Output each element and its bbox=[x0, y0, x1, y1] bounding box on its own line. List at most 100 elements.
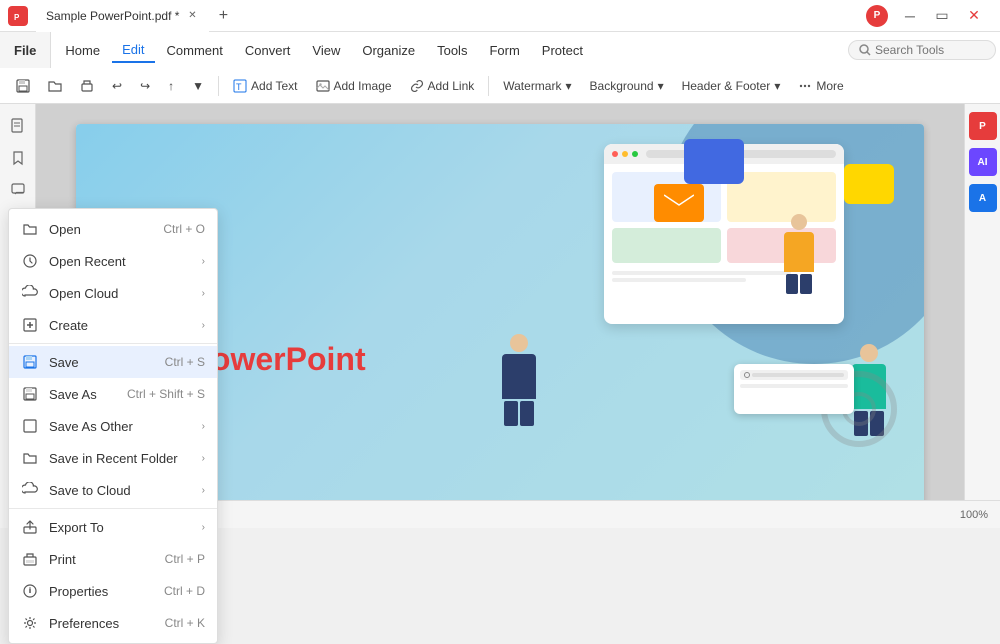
quick-dropdown[interactable]: ▼ bbox=[184, 75, 212, 97]
link-icon bbox=[410, 79, 424, 93]
save-quick-btn[interactable] bbox=[8, 75, 38, 97]
save-icon bbox=[16, 79, 30, 93]
search-icon bbox=[859, 44, 871, 56]
menu-comment[interactable]: Comment bbox=[157, 39, 233, 62]
app-logo: P bbox=[8, 6, 28, 26]
save-as-shortcut: Ctrl + Shift + S bbox=[127, 387, 205, 401]
menu-bar: Home Edit Comment Convert View Organize … bbox=[51, 32, 1000, 68]
properties-label: Properties bbox=[49, 584, 156, 599]
open-label: Open bbox=[49, 222, 155, 237]
menu-item-save-as-other[interactable]: Save As Other › bbox=[9, 410, 217, 442]
save-shortcut: Ctrl + S bbox=[165, 355, 205, 369]
save-as-icon bbox=[21, 385, 39, 403]
open-quick-btn[interactable] bbox=[40, 75, 70, 97]
ppt-illustration bbox=[484, 134, 904, 454]
open-recent-label: Open Recent bbox=[49, 254, 198, 269]
add-text-label: Add Text bbox=[251, 79, 297, 93]
menu-item-save-in-recent[interactable]: Save in Recent Folder › bbox=[9, 442, 217, 474]
new-tab-button[interactable]: + bbox=[209, 2, 237, 30]
share-btn[interactable]: ↑ bbox=[160, 75, 182, 97]
search-input[interactable] bbox=[875, 43, 985, 57]
folder-icon bbox=[48, 79, 62, 93]
preferences-label: Preferences bbox=[49, 616, 157, 631]
open-icon bbox=[21, 220, 39, 238]
header-footer-label: Header & Footer bbox=[682, 79, 771, 93]
file-menu[interactable]: File bbox=[0, 32, 51, 68]
open-cloud-arrow: › bbox=[202, 288, 205, 299]
save-recent-icon bbox=[21, 449, 39, 467]
menu-home[interactable]: Home bbox=[55, 39, 110, 62]
menu-item-open-cloud[interactable]: Open Cloud › bbox=[9, 277, 217, 309]
menu-item-create[interactable]: Create › bbox=[9, 309, 217, 341]
open-shortcut: Ctrl + O bbox=[163, 222, 205, 236]
restore-button[interactable]: ▭ bbox=[928, 2, 956, 30]
image-icon bbox=[316, 79, 330, 93]
right-panel-btn-1[interactable]: P bbox=[969, 112, 997, 140]
more-icon bbox=[798, 79, 812, 93]
close-button[interactable]: ✕ bbox=[960, 2, 988, 30]
menu-organize[interactable]: Organize bbox=[352, 39, 425, 62]
sidebar-page-icon[interactable] bbox=[4, 112, 32, 140]
export-icon bbox=[21, 518, 39, 536]
menu-item-open[interactable]: Open Ctrl + O bbox=[9, 213, 217, 245]
right-panel-btn-2[interactable]: AI bbox=[969, 148, 997, 176]
zoom-level: 100% bbox=[960, 509, 988, 521]
background-dropdown-icon: ▾ bbox=[658, 79, 664, 93]
header-footer-btn[interactable]: Header & Footer ▾ bbox=[674, 75, 789, 97]
edit-toolbar: ↩ ↪ ↑ ▼ T Add Text Add Image Add Link Wa… bbox=[0, 68, 1000, 104]
menu-item-export-to[interactable]: Export To › bbox=[9, 511, 217, 543]
sidebar-bookmark-icon[interactable] bbox=[4, 144, 32, 172]
create-icon bbox=[21, 316, 39, 334]
background-label: Background bbox=[590, 79, 654, 93]
right-panel-btn-3[interactable]: A bbox=[969, 184, 997, 212]
print-icon bbox=[80, 79, 94, 93]
menu-item-properties[interactable]: Properties Ctrl + D bbox=[9, 575, 217, 607]
print-quick-btn[interactable] bbox=[72, 75, 102, 97]
menu-item-save[interactable]: Save Ctrl + S bbox=[9, 346, 217, 378]
menu-item-preferences[interactable]: Preferences Ctrl + K bbox=[9, 607, 217, 639]
more-btn[interactable]: More bbox=[790, 75, 851, 97]
redo-btn[interactable]: ↪ bbox=[132, 75, 158, 97]
undo-btn[interactable]: ↩ bbox=[104, 75, 130, 97]
menu-item-open-recent[interactable]: Open Recent › bbox=[9, 245, 217, 277]
add-link-btn[interactable]: Add Link bbox=[402, 75, 483, 97]
menu-view[interactable]: View bbox=[302, 39, 350, 62]
add-text-btn[interactable]: T Add Text bbox=[225, 75, 305, 97]
menu-item-save-as[interactable]: Save As Ctrl + Shift + S bbox=[9, 378, 217, 410]
open-recent-icon bbox=[21, 252, 39, 270]
watermark-btn[interactable]: Watermark ▾ bbox=[495, 75, 579, 97]
add-image-label: Add Image bbox=[334, 79, 392, 93]
menu-tools[interactable]: Tools bbox=[427, 39, 477, 62]
document-tab[interactable]: Sample PowerPoint.pdf * ✕ bbox=[36, 0, 209, 32]
menu-item-print[interactable]: Print Ctrl + P bbox=[9, 543, 217, 575]
menu-convert[interactable]: Convert bbox=[235, 39, 301, 62]
watermark-label: Watermark bbox=[503, 79, 561, 93]
tab-close-button[interactable]: ✕ bbox=[185, 9, 199, 23]
tab-title: Sample PowerPoint.pdf * bbox=[46, 9, 179, 23]
save-cloud-icon bbox=[21, 481, 39, 499]
background-btn[interactable]: Background ▾ bbox=[582, 75, 672, 97]
window-controls: ─ ▭ ✕ bbox=[896, 2, 988, 30]
divider-2 bbox=[9, 508, 217, 509]
properties-shortcut: Ctrl + D bbox=[164, 584, 205, 598]
menu-protect[interactable]: Protect bbox=[532, 39, 593, 62]
save-as-other-arrow: › bbox=[202, 421, 205, 432]
save-icon bbox=[21, 353, 39, 371]
profile-avatar[interactable]: P bbox=[866, 5, 888, 27]
save-to-cloud-label: Save to Cloud bbox=[49, 483, 198, 498]
menu-item-save-to-cloud[interactable]: Save to Cloud › bbox=[9, 474, 217, 506]
save-as-other-icon bbox=[21, 417, 39, 435]
text-icon: T bbox=[233, 79, 247, 93]
export-to-arrow: › bbox=[202, 522, 205, 533]
title-bar: P Sample PowerPoint.pdf * ✕ + P ─ ▭ ✕ bbox=[0, 0, 1000, 32]
sidebar-comment-icon[interactable] bbox=[4, 176, 32, 204]
search-box[interactable] bbox=[848, 40, 996, 60]
create-label: Create bbox=[49, 318, 198, 333]
menu-form[interactable]: Form bbox=[479, 39, 529, 62]
minimize-button[interactable]: ─ bbox=[896, 2, 924, 30]
create-arrow: › bbox=[202, 320, 205, 331]
add-image-btn[interactable]: Add Image bbox=[308, 75, 400, 97]
print-shortcut: Ctrl + P bbox=[165, 552, 205, 566]
content-area: ? bbox=[0, 104, 1000, 528]
menu-edit[interactable]: Edit bbox=[112, 38, 154, 63]
